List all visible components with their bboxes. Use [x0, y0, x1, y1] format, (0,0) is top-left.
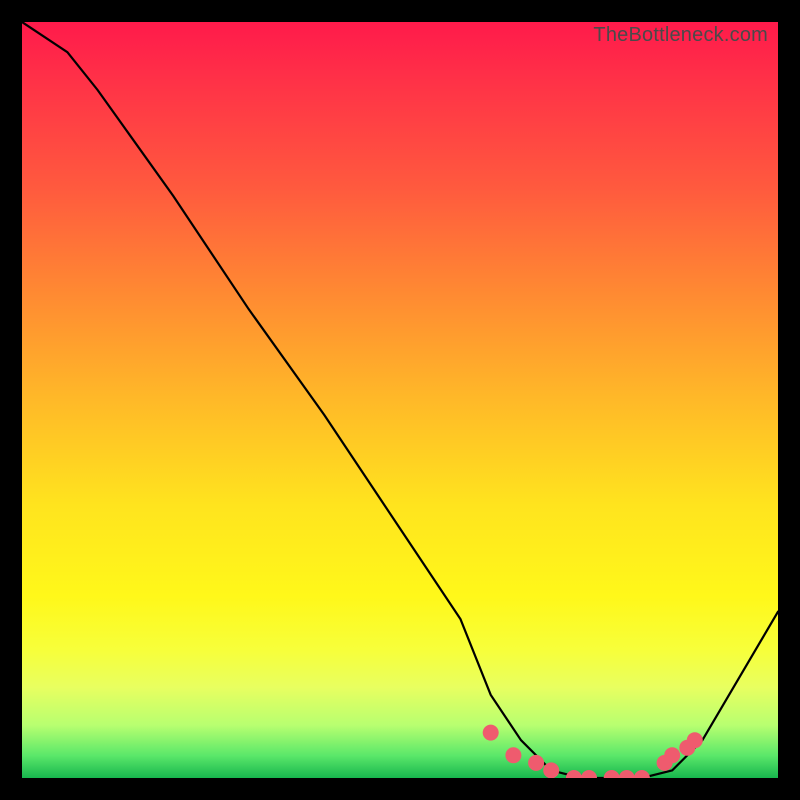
highlight-point [581, 770, 597, 778]
highlight-point [566, 770, 582, 778]
highlight-point [619, 770, 635, 778]
chart-frame: TheBottleneck.com [0, 0, 800, 800]
highlight-point [604, 770, 620, 778]
highlight-point [664, 747, 680, 763]
highlight-point [687, 732, 703, 748]
highlight-point [505, 747, 521, 763]
chart-svg [22, 22, 778, 778]
bottleneck-curve [22, 22, 778, 778]
highlight-point [528, 755, 544, 771]
highlight-point [543, 762, 559, 778]
highlight-point [483, 725, 499, 741]
chart-plot-area: TheBottleneck.com [22, 22, 778, 778]
highlight-point [634, 770, 650, 778]
